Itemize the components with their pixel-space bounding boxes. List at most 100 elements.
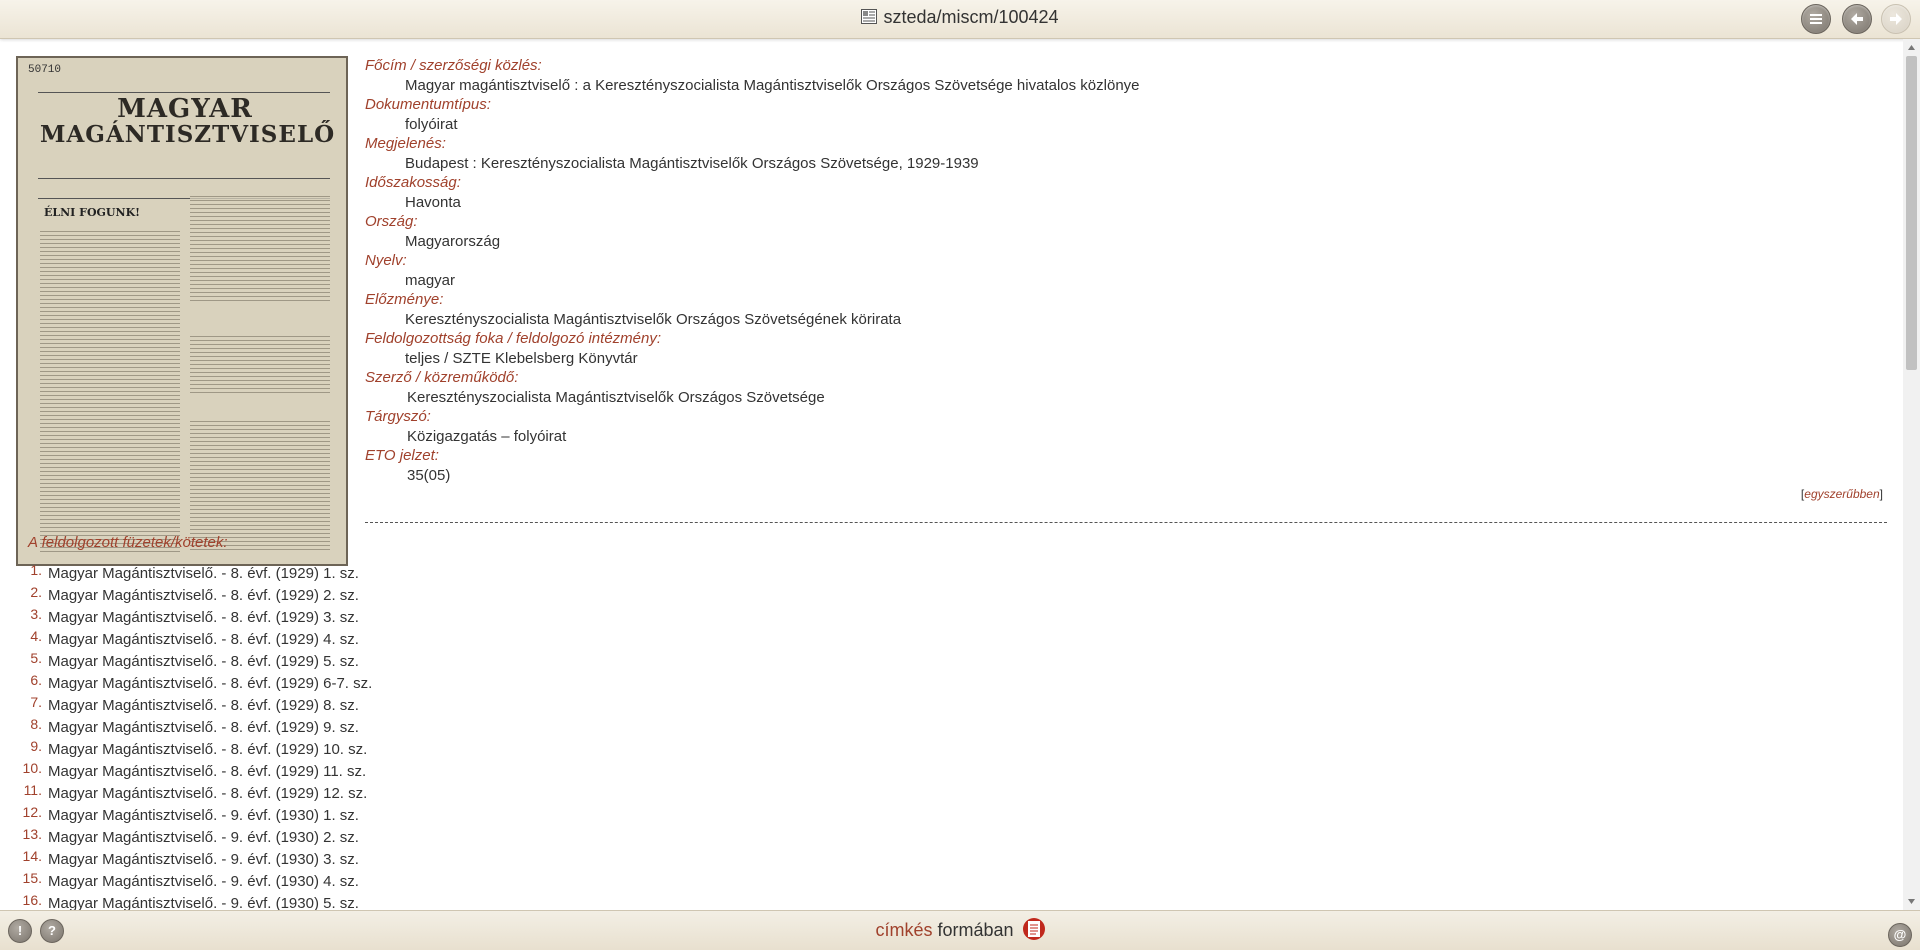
email-button[interactable]: @	[1888, 923, 1912, 947]
list-item[interactable]: 1. Magyar Magántisztviselő. - 8. évf. (19…	[18, 559, 372, 582]
issue-link[interactable]: Magyar Magántisztviselő. - 9. évf. (1930…	[48, 851, 359, 868]
field-label-title: Főcím / szerzőségi közlés:	[365, 57, 542, 74]
issue-link[interactable]: Magyar Magántisztviselő. - 8. évf. (1929…	[48, 565, 359, 582]
field-value-processing: teljes / SZTE Klebelsberg Könyvtár	[405, 349, 638, 367]
field-value-predecessor: Keresztényszocialista Magántisztviselők …	[405, 310, 902, 328]
item-number: 9.	[30, 738, 42, 754]
item-number: 4.	[30, 628, 42, 644]
list-item[interactable]: 4. Magyar Magántisztviselő. - 8. évf. (19…	[18, 625, 372, 648]
issue-link[interactable]: Magyar Magántisztviselő. - 8. évf. (1929…	[48, 697, 359, 714]
list-item[interactable]: 12. Magyar Magántisztviselő. - 9. évf. (1…	[18, 801, 372, 824]
item-number: 12.	[22, 804, 42, 820]
field-value-author[interactable]: Keresztényszocialista Magántisztviselők …	[365, 388, 1885, 408]
print-icon[interactable]	[1022, 918, 1045, 940]
issue-link[interactable]: Magyar Magántisztviselő. - 9. évf. (1930…	[48, 873, 359, 890]
field-value-udc[interactable]: 35(05)	[365, 466, 1885, 486]
cover-text-column	[190, 418, 330, 553]
page-title: szteda/miscm/100424	[883, 7, 1059, 27]
field-value-doctype: folyóirat	[405, 115, 458, 133]
cover-image[interactable]: 50710 MAGYAR MAGÁNTISZTVISELŐ ÉLNI FOGUN…	[16, 56, 348, 566]
main-content: 50710 MAGYAR MAGÁNTISZTVISELŐ ÉLNI FOGUN…	[0, 39, 1903, 910]
list-item[interactable]: 15. Magyar Magántisztviselő. - 9. évf. (1…	[18, 867, 372, 890]
issue-link[interactable]: Magyar Magántisztviselő. - 8. évf. (1929…	[48, 719, 359, 736]
field-label-predecessor: Előzménye:	[365, 291, 444, 308]
page-title-wrap: szteda/miscm/100424	[0, 7, 1920, 28]
cover-masthead-line1: MAGYAR	[117, 94, 253, 124]
cover-text-column	[190, 333, 330, 393]
list-item[interactable]: 14. Magyar Magántisztviselő. - 9. évf. (1…	[18, 845, 372, 868]
list-icon	[1810, 14, 1822, 24]
cover-rule	[38, 178, 330, 179]
issue-link[interactable]: Magyar Magántisztviselő. - 8. évf. (1929…	[48, 741, 367, 758]
cover-text-column	[190, 193, 330, 303]
list-item[interactable]: 3. Magyar Magántisztviselő. - 8. évf. (19…	[18, 603, 372, 626]
field-label-doctype: Dokumentumtípus:	[365, 96, 491, 113]
scroll-up-button[interactable]	[1903, 39, 1920, 56]
field-value-frequency: Havonta	[405, 193, 461, 211]
field-value-country: Magyarország	[405, 232, 501, 250]
bracket-close: ]	[1879, 487, 1883, 501]
item-number: 6.	[30, 672, 42, 688]
item-number: 8.	[30, 716, 42, 732]
vertical-scrollbar[interactable]	[1903, 39, 1920, 910]
item-number: 2.	[30, 584, 42, 600]
metadata-list: Főcím / szerzőségi közlés: Magyar magánt…	[365, 56, 1885, 485]
tagged-format-link[interactable]: címkés formában	[0, 918, 1920, 941]
field-label-author: Szerző / közreműködő:	[365, 369, 519, 386]
field-label-udc: ETO jelzet:	[365, 447, 439, 464]
list-item[interactable]: 9. Magyar Magántisztviselő. - 8. évf. (19…	[18, 735, 372, 758]
issue-link[interactable]: Magyar Magántisztviselő. - 9. évf. (1930…	[48, 829, 359, 846]
issue-link[interactable]: Magyar Magántisztviselő. - 8. évf. (1929…	[48, 785, 367, 802]
field-value-subject[interactable]: Közigazgatás – folyóirat	[365, 427, 1885, 447]
field-label-language: Nyelv:	[365, 252, 407, 269]
issue-link[interactable]: Magyar Magántisztviselő. - 8. évf. (1929…	[48, 653, 359, 670]
field-label-subject: Tárgyszó:	[365, 408, 431, 425]
issue-link[interactable]: Magyar Magántisztviselő. - 8. évf. (1929…	[48, 609, 359, 626]
issue-link[interactable]: Magyar Magántisztviselő. - 9. évf. (1930…	[48, 807, 359, 824]
list-item[interactable]: 10. Magyar Magántisztviselő. - 8. évf. (1…	[18, 757, 372, 780]
list-item[interactable]: 11. Magyar Magántisztviselő. - 8. évf. (1…	[18, 779, 372, 802]
list-item[interactable]: 8. Magyar Magántisztviselő. - 8. évf. (19…	[18, 713, 372, 736]
item-number: 5.	[30, 650, 42, 666]
item-number: 16.	[22, 892, 42, 908]
item-number: 7.	[30, 694, 42, 710]
forward-button[interactable]	[1881, 4, 1911, 34]
cover-rule	[38, 92, 330, 93]
back-button[interactable]	[1842, 4, 1872, 34]
list-item[interactable]: 16. Magyar Magántisztviselő. - 9. évf. (1…	[18, 889, 372, 910]
list-item[interactable]: 13. Magyar Magántisztviselő. - 9. évf. (1…	[18, 823, 372, 846]
top-bar: szteda/miscm/100424	[0, 0, 1920, 39]
issue-link[interactable]: Magyar Magántisztviselő. - 9. évf. (1930…	[48, 895, 359, 910]
cover-text-column	[40, 228, 180, 553]
bottom-bar: ! ? címkés formában @	[0, 910, 1920, 950]
cover-number: 50710	[28, 64, 62, 76]
item-number: 15.	[22, 870, 42, 886]
list-item[interactable]: 7. Magyar Magántisztviselő. - 8. évf. (19…	[18, 691, 372, 714]
arrow-right-icon	[1890, 13, 1902, 25]
scroll-down-button[interactable]	[1903, 893, 1920, 910]
scroll-thumb[interactable]	[1906, 56, 1917, 370]
field-value-title: Magyar magántisztviselő : a Kereszténysz…	[405, 76, 1140, 94]
list-view-button[interactable]	[1801, 4, 1831, 34]
issue-link[interactable]: Magyar Magántisztviselő. - 8. évf. (1929…	[48, 587, 359, 604]
form-label[interactable]: formában	[937, 920, 1013, 940]
issues-list: 1. Magyar Magántisztviselő. - 8. évf. (19…	[18, 559, 373, 910]
field-value-publication: Budapest : Keresztényszocialista Magánti…	[405, 154, 979, 172]
simpler-view-toggle: [egyszerűbben]	[1801, 487, 1883, 501]
item-number: 3.	[30, 606, 42, 622]
arrow-left-icon	[1851, 13, 1863, 25]
issue-link[interactable]: Magyar Magántisztviselő. - 8. évf. (1929…	[48, 763, 366, 780]
simpler-view-link[interactable]: egyszerűbben	[1804, 487, 1879, 501]
list-item[interactable]: 2. Magyar Magántisztviselő. - 8. évf. (19…	[18, 581, 372, 604]
issue-link[interactable]: Magyar Magántisztviselő. - 8. évf. (1929…	[48, 675, 372, 692]
issue-link[interactable]: Magyar Magántisztviselő. - 8. évf. (1929…	[48, 631, 359, 648]
field-label-publication: Megjelenés:	[365, 135, 446, 152]
list-item[interactable]: 5. Magyar Magántisztviselő. - 8. évf. (19…	[18, 647, 372, 670]
list-item[interactable]: 6. Magyar Magántisztviselő. - 8. évf. (19…	[18, 669, 372, 692]
cover-masthead: MAGYAR MAGÁNTISZTVISELŐ	[40, 94, 336, 148]
cover-heading: ÉLNI FOGUNK!	[44, 206, 140, 219]
tag-label[interactable]: címkés	[875, 920, 932, 940]
document-icon	[861, 8, 878, 24]
item-number: 11.	[23, 782, 42, 798]
cover-masthead-line2: MAGÁNTISZTVISELŐ	[40, 121, 336, 148]
